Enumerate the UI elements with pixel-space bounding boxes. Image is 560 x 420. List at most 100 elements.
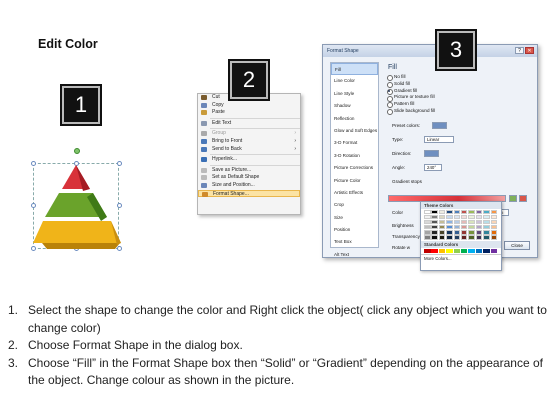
color-swatch[interactable] xyxy=(490,210,498,215)
menu-item-bring-to-front[interactable]: Bring to Front › xyxy=(198,138,300,146)
rotate-checkbox-label[interactable]: Rotate w xyxy=(392,244,410,252)
color-swatch[interactable] xyxy=(483,215,490,220)
color-swatch[interactable] xyxy=(475,230,483,235)
sidebar-item-text-box[interactable]: Text Box xyxy=(331,236,378,248)
color-swatch[interactable] xyxy=(468,225,475,230)
color-swatch[interactable] xyxy=(460,220,468,225)
color-swatch[interactable] xyxy=(483,220,490,225)
color-swatch[interactable] xyxy=(431,235,438,240)
close-icon[interactable]: ✕ xyxy=(525,47,534,54)
color-swatch[interactable] xyxy=(453,248,461,253)
color-swatch[interactable] xyxy=(431,220,438,225)
color-swatch[interactable] xyxy=(483,230,490,235)
menu-item-paste[interactable]: Paste xyxy=(198,109,300,117)
angle-input[interactable]: 240° xyxy=(424,164,442,171)
sidebar-item-3-d-format[interactable]: 3-D Format xyxy=(331,137,378,149)
sidebar-item-artistic-effects[interactable]: Artistic Effects xyxy=(331,187,378,199)
menu-item-copy[interactable]: Copy xyxy=(198,102,300,110)
color-swatch[interactable] xyxy=(438,210,446,215)
color-swatch[interactable] xyxy=(460,248,468,253)
color-swatch[interactable] xyxy=(475,248,483,253)
menu-item-hyperlink[interactable]: Hyperlink... xyxy=(198,156,300,164)
color-swatch[interactable] xyxy=(483,210,490,215)
color-swatch[interactable] xyxy=(490,230,498,235)
fill-option-pattern-fill[interactable]: Pattern fill xyxy=(386,101,534,109)
color-swatch[interactable] xyxy=(483,235,490,240)
menu-item-set-as-default-shape[interactable]: Set as Default Shape xyxy=(198,174,300,182)
color-swatch[interactable] xyxy=(468,235,475,240)
color-swatch[interactable] xyxy=(453,220,461,225)
color-swatch[interactable] xyxy=(483,225,490,230)
color-swatch[interactable] xyxy=(438,235,446,240)
menu-item-edit-text[interactable]: Edit Text xyxy=(198,120,300,128)
color-swatch[interactable] xyxy=(446,248,453,253)
preset-colors-dropdown[interactable] xyxy=(432,122,447,129)
color-swatch[interactable] xyxy=(490,235,498,240)
color-swatch[interactable] xyxy=(460,215,468,220)
color-swatch[interactable] xyxy=(453,230,461,235)
color-swatch[interactable] xyxy=(424,248,431,253)
close-button[interactable]: Close xyxy=(504,241,530,250)
color-swatch[interactable] xyxy=(453,225,461,230)
fill-option-slide-background-fill[interactable]: Slide background fill xyxy=(386,108,534,115)
color-swatch[interactable] xyxy=(438,215,446,220)
fill-option-picture-or-texture-fill[interactable]: Picture or texture fill xyxy=(386,94,534,102)
color-swatch[interactable] xyxy=(438,220,446,225)
color-swatch[interactable] xyxy=(468,230,475,235)
sidebar-item-picture-corrections[interactable]: Picture Corrections xyxy=(331,162,378,174)
color-swatch[interactable] xyxy=(483,248,490,253)
color-swatch[interactable] xyxy=(460,230,468,235)
color-swatch[interactable] xyxy=(446,220,453,225)
sidebar-item-line-style[interactable]: Line Style xyxy=(331,88,378,100)
menu-item-format-shape[interactable]: Format Shape... xyxy=(198,189,300,198)
color-swatch[interactable] xyxy=(446,235,453,240)
color-swatch[interactable] xyxy=(424,230,431,235)
menu-item-send-to-back[interactable]: Send to Back › xyxy=(198,146,300,154)
color-swatch[interactable] xyxy=(460,235,468,240)
color-swatch[interactable] xyxy=(468,220,475,225)
help-button[interactable]: ? xyxy=(515,47,524,54)
more-colors-link[interactable]: More Colors... xyxy=(421,253,501,261)
color-swatch[interactable] xyxy=(446,215,453,220)
color-swatch[interactable] xyxy=(490,248,498,253)
sidebar-item-crop[interactable]: Crop xyxy=(331,199,378,211)
color-swatch[interactable] xyxy=(468,210,475,215)
color-swatch[interactable] xyxy=(468,215,475,220)
color-swatch[interactable] xyxy=(438,225,446,230)
color-swatch[interactable] xyxy=(490,220,498,225)
color-swatch[interactable] xyxy=(424,215,431,220)
sidebar-item-position[interactable]: Position xyxy=(331,224,378,236)
color-swatch[interactable] xyxy=(431,210,438,215)
fill-option-solid-fill[interactable]: Solid fill xyxy=(386,81,534,88)
color-swatch[interactable] xyxy=(424,235,431,240)
color-swatch[interactable] xyxy=(431,215,438,220)
color-swatch[interactable] xyxy=(431,225,438,230)
sidebar-item-reflection[interactable]: Reflection xyxy=(331,113,378,125)
sidebar-item-picture-color[interactable]: Picture Color xyxy=(331,175,378,187)
color-swatch[interactable] xyxy=(468,248,475,253)
color-swatch[interactable] xyxy=(431,248,438,253)
pyramid-shape[interactable] xyxy=(31,145,122,255)
sidebar-item-size[interactable]: Size xyxy=(331,212,378,224)
menu-item-save-as-picture[interactable]: Save as Picture... xyxy=(198,167,300,175)
color-swatch[interactable] xyxy=(424,220,431,225)
color-swatch[interactable] xyxy=(475,225,483,230)
color-swatch[interactable] xyxy=(460,210,468,215)
sidebar-item-glow-and-soft-edges[interactable]: Glow and Soft Edges xyxy=(331,125,378,137)
sidebar-item-fill[interactable]: Fill xyxy=(331,63,378,76)
direction-dropdown[interactable] xyxy=(424,150,439,157)
color-swatch[interactable] xyxy=(438,248,446,253)
color-swatch[interactable] xyxy=(446,210,453,215)
fill-option-no-fill[interactable]: No fill xyxy=(386,74,534,81)
color-swatch[interactable] xyxy=(475,235,483,240)
color-swatch[interactable] xyxy=(446,225,453,230)
color-swatch[interactable] xyxy=(475,210,483,215)
color-swatch[interactable] xyxy=(438,230,446,235)
sidebar-item-alt-text[interactable]: Alt Text xyxy=(331,249,378,261)
color-swatch[interactable] xyxy=(475,220,483,225)
remove-stop-button[interactable] xyxy=(519,195,527,202)
menu-item-group[interactable]: Group › xyxy=(198,130,300,138)
color-swatch[interactable] xyxy=(475,215,483,220)
menu-item-size-and-position[interactable]: Size and Position... xyxy=(198,182,300,190)
sidebar-item-line-color[interactable]: Line Color xyxy=(331,75,378,87)
